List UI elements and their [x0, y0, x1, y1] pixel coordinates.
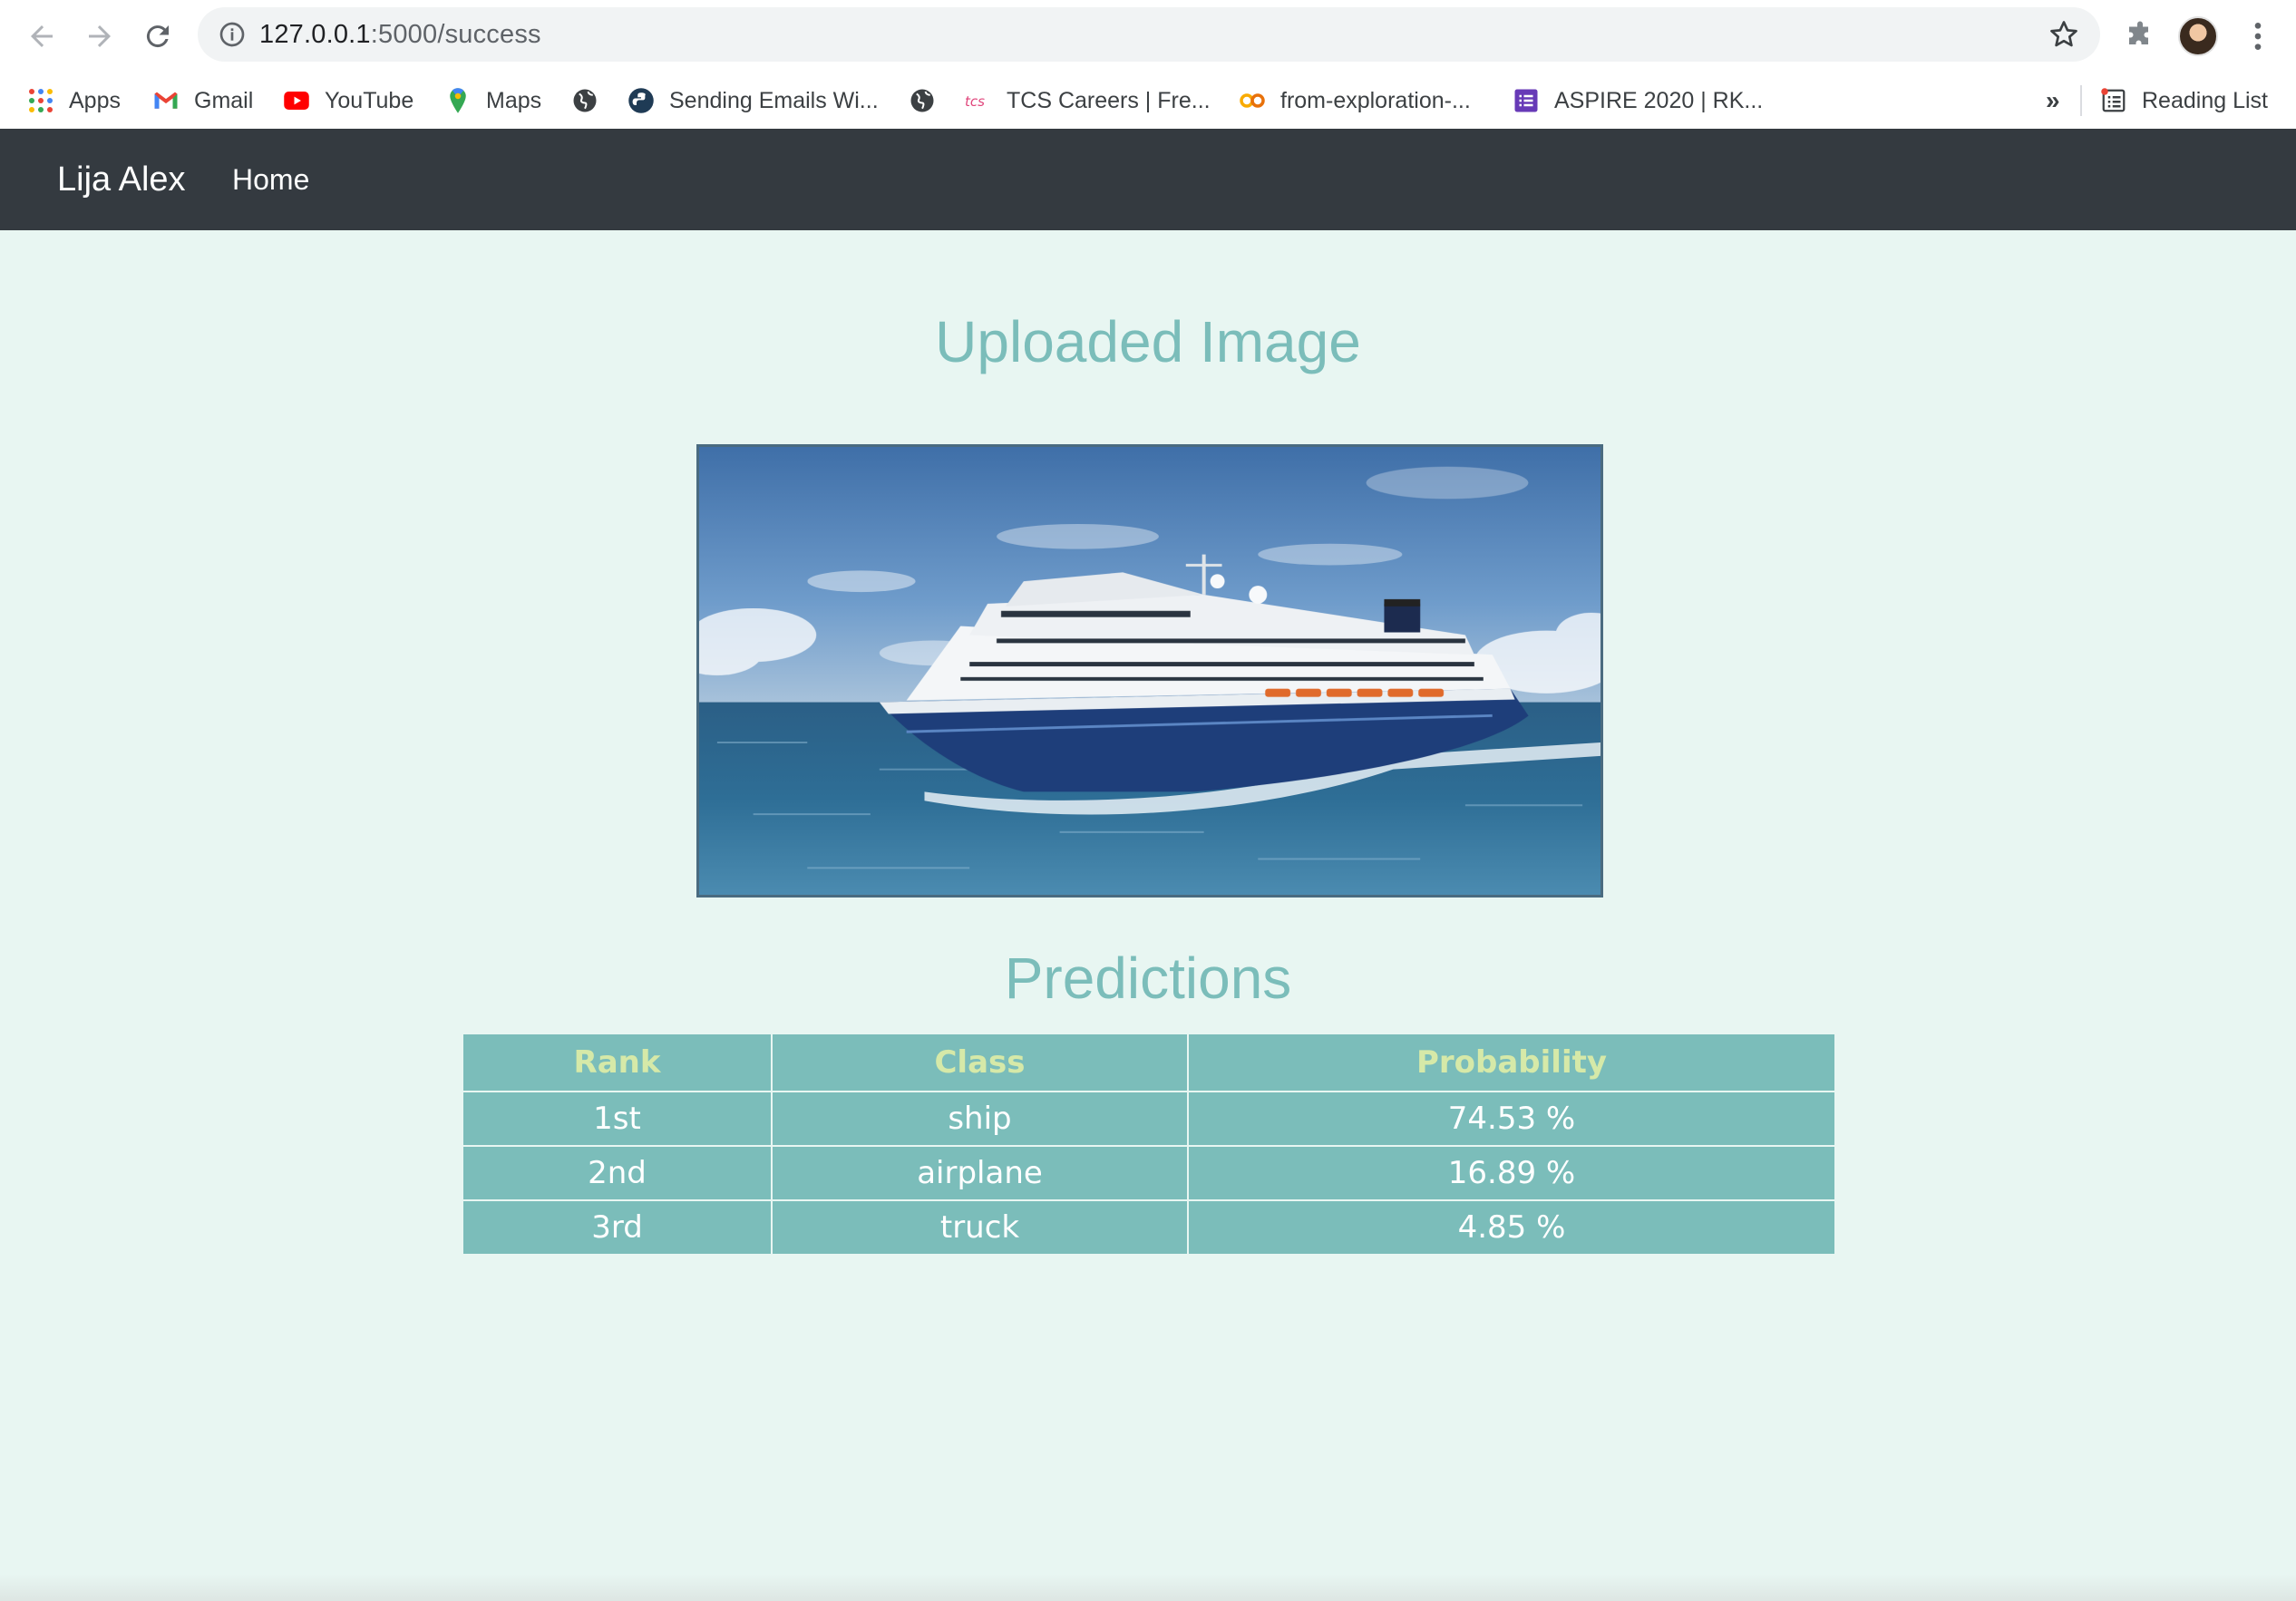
colab-icon [1240, 93, 1265, 108]
bookmark-label: YouTube [325, 87, 414, 113]
class-cell: airplane [771, 1145, 1189, 1201]
browser-chrome: 127.0.0.1:5000/success Apps Gmail YouTub… [0, 0, 2296, 129]
bookmark-tcs-careers[interactable]: tcs TCS Careers | Fre... [965, 82, 1211, 120]
bookmark-aspire-2020[interactable]: ASPIRE 2020 | RK... [1513, 82, 1763, 120]
bookmarks-bar: Apps Gmail YouTube Maps Sending Emails W… [0, 73, 2296, 129]
uploaded-image-heading: Uploaded Image [935, 309, 1361, 374]
reading-list-label: Reading List [2142, 87, 2268, 113]
bookmark-maps[interactable]: Maps [444, 82, 541, 120]
bookmark-youtube[interactable]: YouTube [283, 82, 413, 120]
bookmark-from-exploration[interactable]: from-exploration-... [1239, 82, 1471, 120]
bookmark-label: Gmail [194, 87, 254, 113]
youtube-icon [284, 92, 309, 110]
column-header-probability: Probability [1187, 1033, 1836, 1092]
reading-list-button[interactable]: Reading List [2100, 82, 2268, 120]
address-bar[interactable]: 127.0.0.1:5000/success [198, 7, 2100, 62]
apps-grid-icon [29, 89, 53, 112]
table-row: 2nd airplane 16.89 % [462, 1145, 1836, 1201]
bookmark-label: TCS Careers | Fre... [1007, 87, 1211, 113]
class-cell: truck [771, 1199, 1189, 1256]
rank-cell: 1st [462, 1091, 773, 1147]
extensions-puzzle-icon[interactable] [2124, 20, 2156, 53]
forward-button[interactable] [78, 15, 122, 58]
reload-icon [146, 25, 169, 48]
nav-home-link[interactable]: Home [232, 129, 309, 230]
predictions-table: Rank Class Probability 1st ship 74.53 % … [462, 1033, 1836, 1256]
gmail-icon [154, 92, 178, 109]
class-cell: ship [771, 1091, 1189, 1147]
info-icon[interactable] [218, 20, 247, 49]
probability-cell: 16.89 % [1187, 1145, 1836, 1201]
kebab-menu-icon[interactable] [2242, 18, 2274, 54]
bookmark-star-icon[interactable] [2048, 18, 2080, 51]
predictions-heading: Predictions [1004, 946, 1292, 1011]
svg-text:tcs: tcs [965, 93, 985, 110]
bookmark-label: ASPIRE 2020 | RK... [1554, 87, 1764, 113]
url-text[interactable]: 127.0.0.1:5000/success [259, 7, 541, 62]
bookmark-sending-emails[interactable]: Sending Emails Wi... [628, 82, 879, 120]
page-bottom-edge [0, 1574, 2296, 1601]
url-host: 127.0.0.1 [259, 20, 371, 49]
profile-avatar[interactable] [2178, 16, 2218, 56]
url-path: :5000/success [370, 20, 541, 49]
bookmark-label: Apps [69, 87, 121, 113]
bookmark-gmail[interactable]: Gmail [152, 82, 253, 120]
reload-button[interactable] [136, 15, 180, 58]
probability-cell: 4.85 % [1187, 1199, 1836, 1256]
forward-arrow-icon [89, 25, 111, 47]
navbar-brand[interactable]: Lija Alex [57, 129, 186, 230]
table-row: 1st ship 74.53 % [462, 1091, 1836, 1147]
probability-cell: 74.53 % [1187, 1091, 1836, 1147]
table-header-row: Rank Class Probability [462, 1033, 1836, 1092]
bookmark-apps[interactable]: Apps [27, 82, 121, 120]
more-bookmarks-button[interactable]: » [2046, 82, 2060, 120]
forms-icon [1514, 89, 1538, 112]
column-header-class: Class [771, 1033, 1189, 1092]
bookmarks-divider [2080, 85, 2082, 116]
browser-toolbar: 127.0.0.1:5000/success [0, 0, 2296, 73]
cruise-ship-illustration [699, 447, 1600, 895]
back-button[interactable] [20, 15, 63, 58]
bookmark-label: Maps [486, 87, 542, 113]
globe-icon [573, 89, 597, 112]
tcs-icon: tcs [965, 93, 985, 110]
column-header-rank: Rank [462, 1033, 773, 1092]
rank-cell: 3rd [462, 1199, 773, 1256]
python-icon [628, 88, 654, 113]
bookmark-label: Sending Emails Wi... [669, 87, 879, 113]
maps-icon [450, 88, 466, 113]
bookmark-label: from-exploration-... [1280, 87, 1471, 113]
back-arrow-icon [31, 25, 53, 47]
reading-list-icon [2101, 88, 2126, 112]
rank-cell: 2nd [462, 1145, 773, 1201]
uploaded-image [696, 444, 1603, 898]
site-navbar: Lija Alex Home [0, 129, 2296, 230]
table-row: 3rd truck 4.85 % [462, 1199, 1836, 1256]
globe-icon [910, 89, 934, 112]
bookmark-globe-1[interactable] [571, 82, 613, 120]
bookmark-globe-2[interactable] [909, 82, 950, 120]
